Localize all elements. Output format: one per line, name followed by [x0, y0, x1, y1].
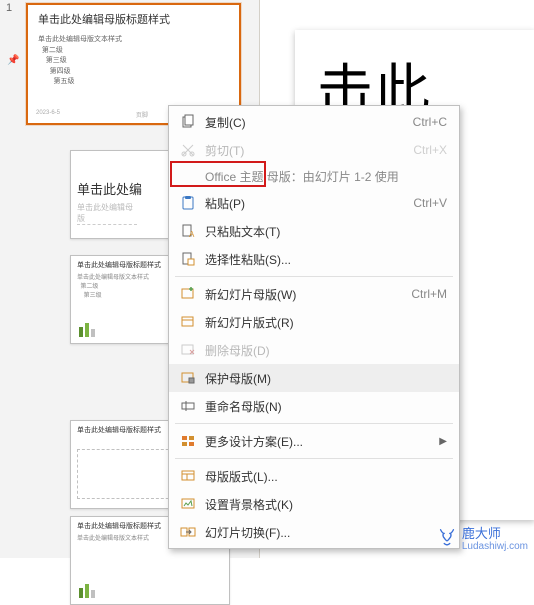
- menu-separator: [175, 423, 453, 424]
- menu-master-layout-label: 母版版式(L)...: [205, 468, 447, 485]
- new-layout-icon: [177, 312, 199, 332]
- menu-header: Office 主题 母版：由幻灯片 1-2 使用: [169, 164, 459, 189]
- master-body-l1: 单击此处编辑母版文本样式: [38, 35, 229, 46]
- rename-icon: [177, 396, 199, 416]
- slide-number: 1: [6, 2, 12, 14]
- svg-text:A: A: [189, 230, 195, 239]
- menu-rename-master-label: 重命名母版(N): [205, 398, 447, 415]
- master-layout-icon: [177, 466, 199, 486]
- menu-paste-shortcut: Ctrl+V: [413, 196, 447, 210]
- menu-copy-shortcut: Ctrl+C: [413, 115, 447, 129]
- menu-protect-master-label: 保护母版(M): [205, 370, 447, 387]
- paste-text-icon: A: [177, 221, 199, 241]
- master-title: 单击此处编辑母版标题样式: [38, 11, 229, 27]
- paste-icon: [177, 193, 199, 213]
- menu-paste-text[interactable]: A 只粘贴文本(T): [169, 217, 459, 245]
- menu-cut: 剪切(T) Ctrl+X: [169, 136, 459, 164]
- pin-icon: 📌: [7, 55, 19, 66]
- menu-paste[interactable]: 粘贴(P) Ctrl+V: [169, 189, 459, 217]
- menu-paste-special-label: 选择性粘贴(S)...: [205, 251, 447, 268]
- watermark-url: Ludashiwj.com: [462, 542, 528, 552]
- menu-bg-format[interactable]: 设置背景格式(K): [169, 490, 459, 518]
- designs-icon: [177, 431, 199, 451]
- transition-icon: [177, 522, 199, 542]
- layout1-subtitle: 单击此处编辑母版: [77, 202, 137, 225]
- menu-more-designs-label: 更多设计方案(E)...: [205, 433, 433, 450]
- new-master-icon: [177, 284, 199, 304]
- protect-master-icon: [177, 368, 199, 388]
- menu-separator: [175, 276, 453, 277]
- menu-new-master[interactable]: 新幻灯片母版(W) Ctrl+M: [169, 280, 459, 308]
- footer-date: 2023-6-5: [36, 110, 60, 119]
- menu-rename-master[interactable]: 重命名母版(N): [169, 392, 459, 420]
- menu-transition[interactable]: 幻灯片切换(F)...: [169, 518, 459, 546]
- menu-master-layout[interactable]: 母版版式(L)...: [169, 462, 459, 490]
- menu-protect-master[interactable]: 保护母版(M): [169, 364, 459, 392]
- deer-icon: [436, 527, 458, 549]
- menu-cut-label: 剪切(T): [205, 142, 413, 159]
- menu-copy[interactable]: 复制(C) Ctrl+C: [169, 108, 459, 136]
- master-body-l5: 第五级: [38, 77, 229, 88]
- menu-delete-master: 删除母版(D): [169, 336, 459, 364]
- watermark: 鹿大师 Ludashiwj.com: [436, 523, 528, 552]
- menu-new-master-shortcut: Ctrl+M: [411, 287, 447, 301]
- footer-text: 页脚: [136, 110, 148, 119]
- delete-master-icon: [177, 340, 199, 360]
- cut-icon: [177, 140, 199, 160]
- master-body-l3: 第三级: [38, 56, 229, 67]
- menu-paste-label: 粘贴(P): [205, 195, 413, 212]
- menu-cut-shortcut: Ctrl+X: [413, 143, 447, 157]
- menu-delete-master-label: 删除母版(D): [205, 342, 447, 359]
- chart-icon: [79, 323, 95, 337]
- watermark-name: 鹿大师: [462, 526, 501, 541]
- menu-paste-text-label: 只粘贴文本(T): [205, 223, 447, 240]
- master-body-l2: 第二级: [38, 46, 229, 57]
- master-body-l4: 第四级: [38, 67, 229, 78]
- master-body: 单击此处编辑母版文本样式 第二级 第三级 第四级 第五级: [38, 35, 229, 88]
- bg-format-icon: [177, 494, 199, 514]
- menu-copy-label: 复制(C): [205, 114, 413, 131]
- menu-bg-format-label: 设置背景格式(K): [205, 496, 447, 513]
- submenu-arrow-icon: ▶: [439, 436, 447, 447]
- context-menu: 复制(C) Ctrl+C 剪切(T) Ctrl+X Office 主题 母版：由…: [168, 105, 460, 549]
- menu-new-layout-label: 新幻灯片版式(R): [205, 314, 447, 331]
- copy-icon: [177, 112, 199, 132]
- menu-separator: [175, 458, 453, 459]
- chart-icon: [79, 584, 95, 598]
- menu-paste-special[interactable]: 选择性粘贴(S)...: [169, 245, 459, 273]
- menu-new-master-label: 新幻灯片母版(W): [205, 286, 411, 303]
- menu-transition-label: 幻灯片切换(F)...: [205, 524, 447, 541]
- menu-new-layout[interactable]: 新幻灯片版式(R): [169, 308, 459, 336]
- paste-special-icon: [177, 249, 199, 269]
- menu-more-designs[interactable]: 更多设计方案(E)... ▶: [169, 427, 459, 455]
